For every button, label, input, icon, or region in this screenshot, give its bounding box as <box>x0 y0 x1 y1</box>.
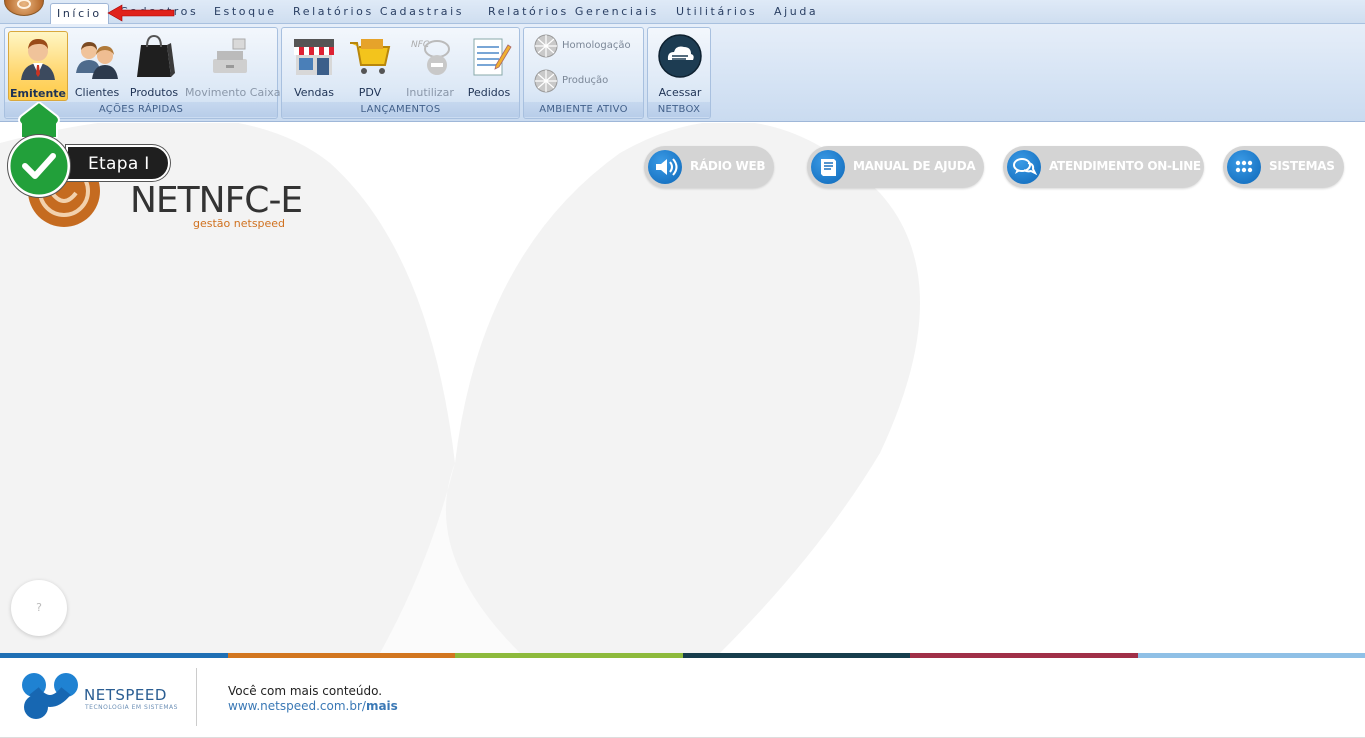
book-icon <box>811 150 845 184</box>
storefront-icon <box>294 39 334 75</box>
globe-icon <box>534 34 558 58</box>
footer-text: Você com mais conteúdo. <box>228 684 383 698</box>
emitente-button[interactable]: Emitente <box>8 31 68 101</box>
pedidos-button[interactable]: Pedidos <box>462 31 516 101</box>
netspeed-brand: NETSPEED <box>84 686 167 704</box>
users-icon <box>76 42 118 79</box>
footer-link-bold: mais <box>365 699 398 713</box>
etapa-badge: Etapa I <box>66 145 170 181</box>
menu-bar: Início Cadastros Estoque Relatórios Cada… <box>0 0 1365 25</box>
emitente-label: Emitente <box>9 87 66 100</box>
tab-estoque[interactable]: Estoque <box>214 5 277 18</box>
tab-relatorios-cadastrais[interactable]: Relatórios Cadastrais <box>293 5 464 18</box>
order-sheet-icon <box>473 38 512 76</box>
manual-de-ajuda-label: MANUAL DE AJUDA <box>853 159 976 173</box>
footer-divider <box>196 668 197 726</box>
pdv-label: PDV <box>358 86 382 99</box>
tab-utilitarios[interactable]: Utilitários <box>676 5 757 18</box>
check-circle-icon <box>7 134 71 198</box>
manual-de-ajuda-button[interactable]: MANUAL DE AJUDA <box>807 146 984 188</box>
netspeed-tagline: TECNOLOGIA EM SISTEMAS <box>85 704 178 711</box>
acessar-label: Acessar <box>658 86 702 99</box>
etapa-label: Etapa I <box>88 154 150 174</box>
tab-inicio[interactable]: Início <box>50 3 109 25</box>
acessar-button[interactable]: Acessar <box>652 31 708 101</box>
callout-pointer-icon <box>18 102 60 138</box>
netspeed-logo-icon <box>22 673 78 719</box>
atendimento-online-label: ATENDIMENTO ON-LINE <box>1049 159 1201 173</box>
footer-link[interactable]: www.netspeed.com.br/mais <box>228 699 398 713</box>
nfce-cancel-icon: NFC <box>411 40 450 75</box>
group-label-ambiente-ativo: AMBIENTE ATIVO <box>524 102 643 117</box>
radio-web-button[interactable]: RÁDIO WEB <box>644 146 774 188</box>
group-label-lancamentos: LANÇAMENTOS <box>282 102 519 117</box>
cash-register-icon <box>213 38 247 73</box>
movimento-caixa-button[interactable]: Movimento Caixa <box>185 31 281 101</box>
app-menu-orb-icon[interactable] <box>4 0 44 16</box>
producao-label: Produção <box>562 75 609 86</box>
clientes-label: Clientes <box>74 86 120 99</box>
logo-title: NETNFC-E <box>130 180 303 221</box>
ribbon-group-netbox: Acessar NETBOX <box>647 27 711 119</box>
group-label-netbox: NETBOX <box>648 102 710 117</box>
atendimento-online-button[interactable]: ATENDIMENTO ON-LINE <box>1003 146 1204 188</box>
radio-web-label: RÁDIO WEB <box>690 159 766 173</box>
ribbon-group-lancamentos: Vendas PDV NFC Inutilizar Pedidos LANÇAM… <box>281 27 520 119</box>
clientes-button[interactable]: Clientes <box>71 31 123 101</box>
inutilizar-button[interactable]: NFC Inutilizar <box>402 31 458 101</box>
sistemas-label: SISTEMAS <box>1269 159 1335 173</box>
shopping-cart-icon <box>350 39 391 74</box>
pedidos-label: Pedidos <box>467 86 511 99</box>
businessman-icon <box>21 39 55 80</box>
help-bubble-button[interactable]: ? <box>11 580 67 636</box>
logo-subtitle: gestão netspeed <box>193 217 286 230</box>
vendas-button[interactable]: Vendas <box>288 31 340 101</box>
footer-link-prefix: www.netspeed.com.br/ <box>228 699 366 713</box>
footer: NETSPEED TECNOLOGIA EM SISTEMAS Você com… <box>0 658 1365 738</box>
shopping-bag-icon <box>137 34 175 77</box>
speaker-icon <box>648 150 682 184</box>
red-arrow-annotation-icon <box>107 4 175 22</box>
apps-grid-icon <box>1227 150 1261 184</box>
producao-button[interactable]: Produção <box>532 69 608 93</box>
vendas-label: Vendas <box>294 86 334 99</box>
produtos-button[interactable]: Produtos <box>127 31 181 101</box>
inutilizar-label: Inutilizar <box>406 86 454 99</box>
pdv-button[interactable]: PDV <box>344 31 396 101</box>
netbox-cloud-icon <box>658 34 702 78</box>
chat-icon <box>1007 150 1041 184</box>
tab-relatorios-gerenciais[interactable]: Relatórios Gerenciais <box>488 5 659 18</box>
produtos-label: Produtos <box>129 86 179 99</box>
homologacao-button[interactable]: Homologação <box>532 34 631 58</box>
tab-ajuda[interactable]: Ajuda <box>774 5 818 18</box>
main-content: NETNFC-E gestão netspeed RÁDIO WEB MANUA… <box>0 123 1365 653</box>
movimento-caixa-label: Movimento Caixa <box>185 86 281 99</box>
ribbon: Emitente Clientes Produtos Movimento Cai… <box>0 24 1365 122</box>
homologacao-label: Homologação <box>562 40 631 51</box>
globe-icon <box>534 69 558 93</box>
sistemas-button[interactable]: SISTEMAS <box>1223 146 1344 188</box>
ribbon-group-ambiente-ativo: Homologação Produção AMBIENTE ATIVO <box>523 27 644 119</box>
